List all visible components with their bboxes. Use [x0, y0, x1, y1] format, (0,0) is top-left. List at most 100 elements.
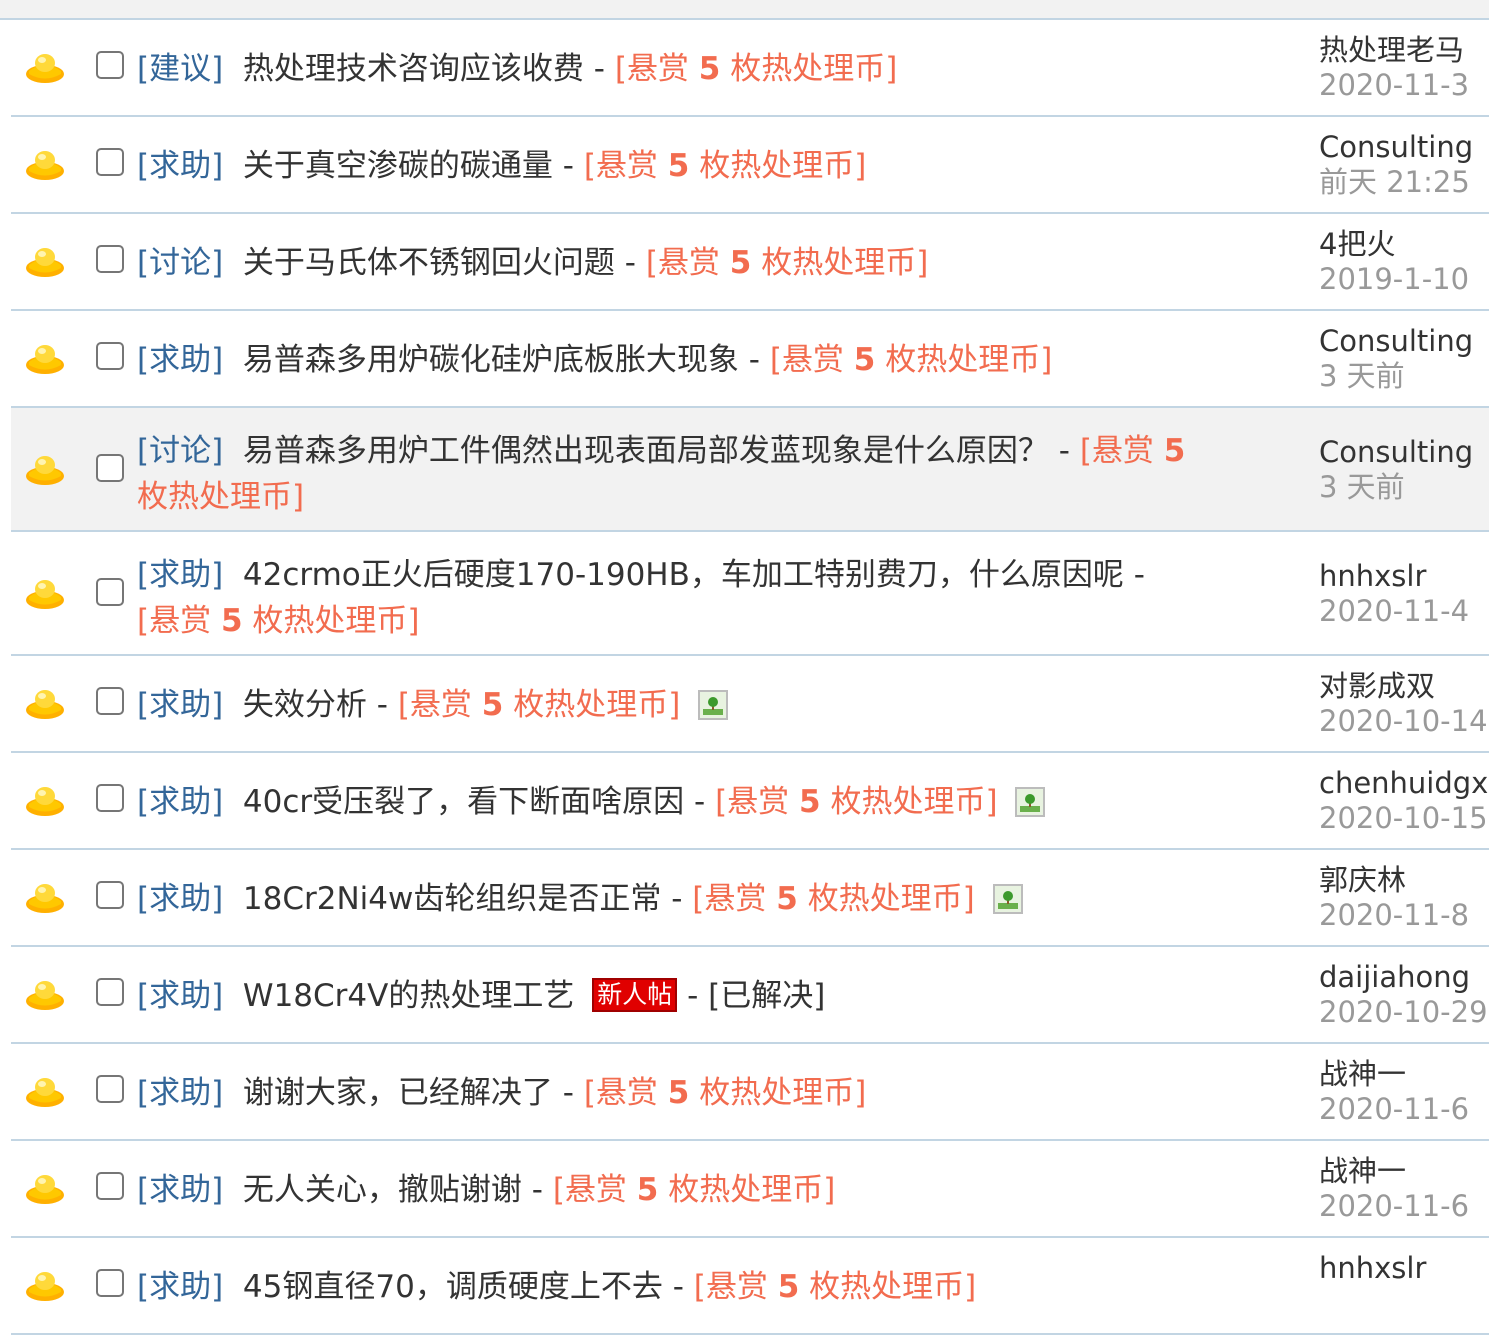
- separator: -: [531, 1172, 543, 1208]
- reward-open: [悬赏: [769, 342, 844, 378]
- author-link[interactable]: chenhuidgxly: [1319, 766, 1489, 800]
- reward-amount: 5: [853, 342, 876, 378]
- separator: -: [1133, 557, 1145, 593]
- thread-subject-link[interactable]: 热处理技术咨询应该收费: [243, 51, 584, 87]
- thread-row: [求助] 关于真空渗碳的碳通量 - [悬赏 5 枚热处理币] Consultin…: [0, 117, 1489, 214]
- author-link[interactable]: 热处理老马: [1319, 33, 1489, 67]
- reward-close: 枚热处理币]: [885, 342, 1053, 378]
- author-link[interactable]: Consulting: [1319, 130, 1489, 164]
- author-link[interactable]: 4把火: [1319, 227, 1489, 261]
- post-date: 前天 21:25: [1319, 165, 1470, 199]
- thread-subject-link[interactable]: 无人关心，撤贴谢谢: [243, 1172, 522, 1208]
- separator: -: [376, 687, 388, 723]
- thread-subject-link[interactable]: 关于真空渗碳的碳通量: [243, 148, 553, 184]
- thread-title: [求助] 45钢直径70，调质硬度上不去 - [悬赏 5 枚热处理币]: [137, 1264, 1197, 1310]
- thread-select-checkbox[interactable]: [96, 784, 124, 812]
- thread-select-checkbox[interactable]: [96, 148, 124, 176]
- thread-category-link[interactable]: [求助]: [137, 342, 223, 378]
- thread-select-checkbox[interactable]: [96, 687, 124, 715]
- thread-category-link[interactable]: [求助]: [137, 1075, 223, 1111]
- solved-status: [已解决]: [708, 978, 826, 1014]
- thread-select-checkbox[interactable]: [96, 578, 124, 606]
- reward-open: [悬赏: [692, 881, 767, 917]
- image-attachment-icon: [698, 690, 729, 720]
- thread-title: [求助] 42crmo正火后硬度170-190HB，车加工特别费刀，什么原因呢 …: [137, 552, 1197, 644]
- reward-amount: 5: [220, 603, 243, 639]
- thread-row: [求助] 42crmo正火后硬度170-190HB，车加工特别费刀，什么原因呢 …: [0, 532, 1489, 656]
- thread-row: [求助] 无人关心，撤贴谢谢 - [悬赏 5 枚热处理币] 战神一 2020-1…: [0, 1141, 1489, 1238]
- thread-select-checkbox[interactable]: [96, 1269, 124, 1297]
- thread-category-link[interactable]: [求助]: [137, 148, 223, 184]
- thread-select-checkbox[interactable]: [96, 978, 124, 1006]
- thread-category-link[interactable]: [求助]: [137, 1172, 223, 1208]
- author-link[interactable]: 战神一: [1319, 1154, 1489, 1188]
- post-date: 2020-11-8: [1319, 898, 1470, 932]
- thread-subject-link[interactable]: 18Cr2Ni4w齿轮组织是否正常: [243, 881, 661, 917]
- reward-amount: 5: [777, 1269, 800, 1305]
- thread-select-checkbox[interactable]: [96, 342, 124, 370]
- post-date: 2020-10-15: [1319, 801, 1488, 835]
- reward-open: [悬赏: [397, 687, 472, 723]
- thread-category-link[interactable]: [求助]: [137, 784, 223, 820]
- thread-select-checkbox[interactable]: [96, 454, 124, 482]
- thread-subject-link[interactable]: 45钢直径70，调质硬度上不去: [243, 1269, 663, 1305]
- reward-open: [悬赏: [715, 784, 790, 820]
- thread-category-link[interactable]: [求助]: [137, 557, 223, 593]
- thread-category-link[interactable]: [讨论]: [137, 433, 223, 469]
- thread-subject-link[interactable]: 42crmo正火后硬度170-190HB，车加工特别费刀，什么原因呢: [243, 557, 1124, 593]
- post-date: 2020-10-14: [1319, 704, 1488, 738]
- thread-subject-link[interactable]: 谢谢大家，已经解决了: [243, 1075, 553, 1111]
- thread-title: [讨论] 关于马氏体不锈钢回火问题 - [悬赏 5 枚热处理币]: [137, 240, 1197, 286]
- reward-close: 枚热处理币]: [668, 1172, 836, 1208]
- author-link[interactable]: 郭庆林: [1319, 863, 1489, 897]
- thread-select-checkbox[interactable]: [96, 51, 124, 79]
- thread-category-link[interactable]: [求助]: [137, 978, 223, 1014]
- reward-label: [悬赏 5 枚热处理币]: [646, 245, 929, 281]
- reward-label: [悬赏 5 枚热处理币]: [398, 687, 681, 723]
- author-link[interactable]: Consulting: [1319, 435, 1489, 469]
- separator: -: [672, 1269, 684, 1305]
- thread-select-checkbox[interactable]: [96, 1172, 124, 1200]
- thread-title: [建议] 热处理技术咨询应该收费 - [悬赏 5 枚热处理币]: [137, 46, 1197, 92]
- thread-subject-link[interactable]: W18Cr4V的热处理工艺: [243, 978, 574, 1014]
- reward-amount: 5: [698, 51, 721, 87]
- author-link[interactable]: Consulting: [1319, 324, 1489, 358]
- author-link[interactable]: daijiahong: [1319, 960, 1489, 994]
- gold-ingot-icon: [24, 1171, 66, 1207]
- author-link[interactable]: 战神一: [1319, 1057, 1489, 1091]
- post-date: 2020-11-4: [1319, 594, 1470, 628]
- thread-category-link[interactable]: [求助]: [137, 881, 223, 917]
- reward-open: [悬赏: [614, 51, 689, 87]
- thread-row: [求助] 失效分析 - [悬赏 5 枚热处理币] 对影成双 2020-10-14: [0, 656, 1489, 753]
- post-date: 2019-1-10: [1319, 262, 1470, 296]
- reward-amount: 5: [776, 881, 798, 917]
- thread-subject-link[interactable]: 失效分析: [243, 687, 367, 723]
- post-date: 2020-11-6: [1319, 1092, 1470, 1126]
- thread-category-link[interactable]: [建议]: [137, 51, 223, 87]
- gold-ingot-icon: [24, 783, 66, 819]
- thread-subject-link[interactable]: 易普森多用炉工件偶然出现表面局部发蓝现象是什么原因？: [243, 433, 1049, 469]
- thread-subject-link[interactable]: 关于马氏体不锈钢回火问题: [243, 245, 615, 281]
- reward-open: [悬赏: [137, 603, 212, 639]
- gold-ingot-icon: [24, 452, 66, 488]
- thread-category-link[interactable]: [求助]: [137, 1269, 223, 1305]
- author-link[interactable]: hnhxslr: [1319, 559, 1489, 593]
- thread-row: [求助] 40cr受压裂了，看下断面啥原因 - [悬赏 5 枚热处理币] che…: [0, 753, 1489, 850]
- thread-select-checkbox[interactable]: [96, 881, 124, 909]
- thread-select-checkbox[interactable]: [96, 1075, 124, 1103]
- thread-subject-link[interactable]: 40cr受压裂了，看下断面啥原因: [243, 784, 684, 820]
- reward-label: [悬赏 5 枚热处理币]: [715, 784, 998, 820]
- gold-ingot-icon: [24, 50, 66, 86]
- gold-ingot-icon: [24, 977, 66, 1013]
- thread-select-checkbox[interactable]: [96, 245, 124, 273]
- reward-amount: 5: [799, 784, 821, 820]
- separator: -: [562, 1075, 574, 1111]
- reward-open: [悬赏: [583, 148, 658, 184]
- thread-subject-link[interactable]: 易普森多用炉碳化硅炉底板胀大现象: [243, 342, 739, 378]
- thread-row: [建议] 热处理技术咨询应该收费 - [悬赏 5 枚热处理币] 热处理老马 20…: [0, 20, 1489, 117]
- reward-amount: 5: [481, 687, 504, 723]
- reward-close: 枚热处理币]: [137, 479, 305, 515]
- thread-category-link[interactable]: [讨论]: [137, 245, 223, 281]
- thread-category-link[interactable]: [求助]: [137, 687, 223, 723]
- author-link[interactable]: 对影成双: [1319, 669, 1489, 703]
